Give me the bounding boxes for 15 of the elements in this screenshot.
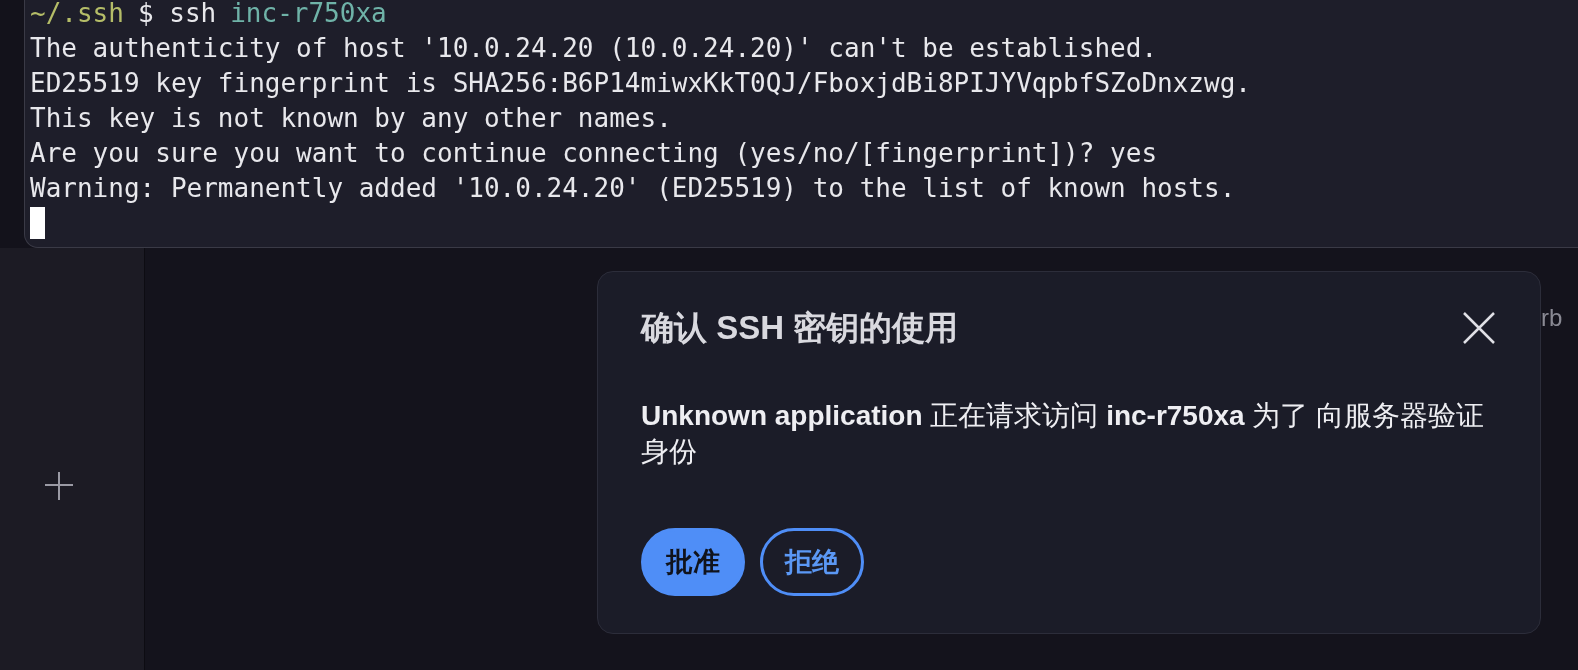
terminal-line: Are you sure you want to continue connecting (yes/no/[fingerprint])? yes — [30, 137, 1159, 170]
plus-icon[interactable] — [44, 470, 74, 500]
close-icon[interactable] — [1463, 312, 1495, 344]
deny-button[interactable]: 拒绝 — [760, 528, 864, 596]
terminal-line: The authenticity of host '10.0.24.20 (10.0.24.20)' can't be established. — [30, 32, 1159, 65]
approve-button[interactable]: 批准 — [641, 528, 745, 596]
prompt-text: $ ssh — [137, 0, 217, 30]
prompt-text: inc-r750xa — [230, 0, 387, 30]
terminal-line: ED25519 key fingerprint is SHA256:B6P14miwxKkT0QJ/FboxjdBi8PIJYVqpbfSZoDnxzwg. — [30, 67, 1252, 100]
prompt-text: ~/.ssh — [30, 0, 124, 30]
dialog-title: 确认 SSH 密钥的使用 — [641, 308, 959, 348]
dialog-message: Unknown application 正在请求访问 inc-r750xa 为了 向服务器验证身份 — [641, 399, 1486, 469]
background-text: rb — [1541, 303, 1563, 333]
terminal-line: This key is not known by any other names. — [30, 102, 673, 135]
terminal-line: Warning: Permanently added '10.0.24.20' (ED25519) to the list of known hosts. — [30, 172, 1237, 205]
